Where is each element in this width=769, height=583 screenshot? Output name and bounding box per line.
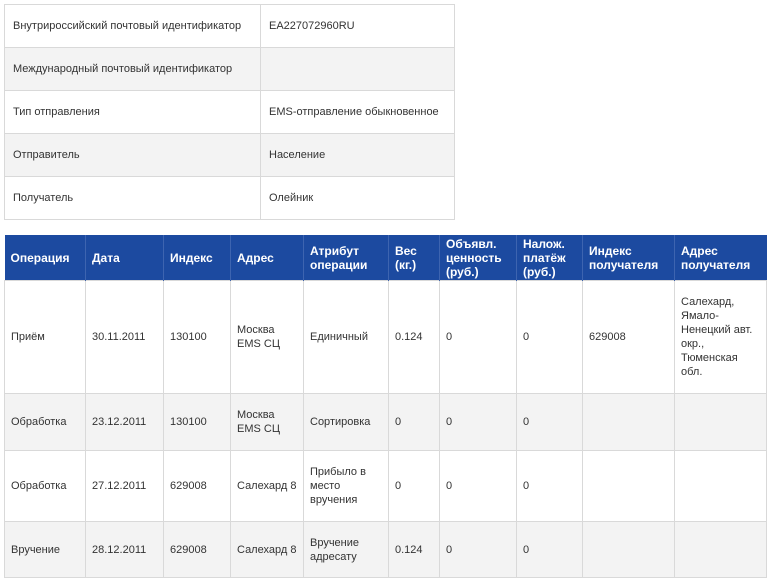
cell-index: 629008: [163, 450, 231, 522]
header-cod: Налож. платёж (руб.): [516, 235, 583, 281]
cell-operation: Обработка: [4, 393, 86, 451]
info-value: Олейник: [260, 176, 455, 220]
info-value: EA227072960RU: [260, 4, 455, 48]
cell-index: 130100: [163, 393, 231, 451]
operations-header-row: Операция Дата Индекс Адрес Атрибут опера…: [4, 235, 767, 281]
cell-date: 27.12.2011: [85, 450, 164, 522]
info-label: Тип отправления: [4, 90, 261, 134]
header-attribute: Атрибут операции: [303, 235, 389, 281]
header-recipient-index: Индекс получателя: [582, 235, 675, 281]
cell-declared-value: 0: [439, 450, 517, 522]
cell-address: Салехард 8: [230, 521, 304, 578]
cell-operation: Приём: [4, 280, 86, 394]
table-row: Обработка 27.12.2011 629008 Салехард 8 П…: [4, 450, 767, 522]
cell-recipient-index: [582, 450, 675, 522]
info-row-shipment-type: Тип отправления EMS-отправление обыкнове…: [4, 90, 455, 134]
cell-recipient-address: Салехард, Ямало-Ненецкий авт. окр., Тюме…: [674, 280, 767, 394]
cell-recipient-address: [674, 521, 767, 578]
cell-declared-value: 0: [439, 280, 517, 394]
cell-address: Москва EMS СЦ: [230, 280, 304, 394]
table-row: Обработка 23.12.2011 130100 Москва EMS С…: [4, 393, 767, 451]
header-operation: Операция: [4, 235, 86, 281]
info-row-sender: Отправитель Население: [4, 133, 455, 177]
cell-weight: 0.124: [388, 280, 440, 394]
table-row: Вручение 28.12.2011 629008 Салехард 8 Вр…: [4, 521, 767, 578]
cell-recipient-address: [674, 393, 767, 451]
cell-cod: 0: [516, 393, 583, 451]
info-label: Внутрироссийский почтовый идентификатор: [4, 4, 261, 48]
header-recipient-address: Адрес получателя: [674, 235, 767, 281]
cell-recipient-index: [582, 521, 675, 578]
info-row-international-id: Международный почтовый идентификатор: [4, 47, 455, 91]
cell-address: Москва EMS СЦ: [230, 393, 304, 451]
info-value: [260, 47, 455, 91]
cell-recipient-address: [674, 450, 767, 522]
cell-cod: 0: [516, 450, 583, 522]
cell-recipient-index: 629008: [582, 280, 675, 394]
cell-attribute: Сортировка: [303, 393, 389, 451]
cell-cod: 0: [516, 280, 583, 394]
cell-attribute: Единичный: [303, 280, 389, 394]
cell-declared-value: 0: [439, 521, 517, 578]
cell-index: 629008: [163, 521, 231, 578]
cell-attribute: Вручение адресату: [303, 521, 389, 578]
table-row: Приём 30.11.2011 130100 Москва EMS СЦ Ед…: [4, 280, 767, 394]
cell-date: 23.12.2011: [85, 393, 164, 451]
info-value: EMS-отправление обыкновенное: [260, 90, 455, 134]
info-label: Международный почтовый идентификатор: [4, 47, 261, 91]
header-index: Индекс: [163, 235, 231, 281]
cell-cod: 0: [516, 521, 583, 578]
info-value: Население: [260, 133, 455, 177]
shipment-info-table: Внутрироссийский почтовый идентификатор …: [4, 4, 455, 220]
cell-operation: Обработка: [4, 450, 86, 522]
info-row-domestic-id: Внутрироссийский почтовый идентификатор …: [4, 4, 455, 48]
cell-address: Салехард 8: [230, 450, 304, 522]
info-label: Получатель: [4, 176, 261, 220]
cell-date: 28.12.2011: [85, 521, 164, 578]
cell-declared-value: 0: [439, 393, 517, 451]
header-date: Дата: [85, 235, 164, 281]
cell-weight: 0: [388, 450, 440, 522]
cell-weight: 0.124: [388, 521, 440, 578]
info-label: Отправитель: [4, 133, 261, 177]
cell-operation: Вручение: [4, 521, 86, 578]
header-declared-value: Объявл. ценность (руб.): [439, 235, 517, 281]
info-row-recipient: Получатель Олейник: [4, 176, 455, 220]
cell-date: 30.11.2011: [85, 280, 164, 394]
cell-index: 130100: [163, 280, 231, 394]
header-address: Адрес: [230, 235, 304, 281]
cell-weight: 0: [388, 393, 440, 451]
cell-attribute: Прибыло в место вручения: [303, 450, 389, 522]
cell-recipient-index: [582, 393, 675, 451]
operations-table: Операция Дата Индекс Адрес Атрибут опера…: [4, 235, 767, 578]
header-weight: Вес (кг.): [388, 235, 440, 281]
